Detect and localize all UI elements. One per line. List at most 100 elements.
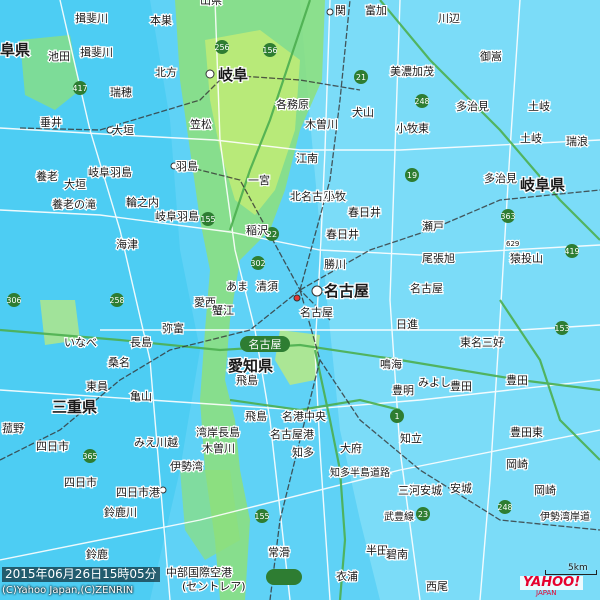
route-shield-248-south: 248 [497,500,513,514]
city-label: 岡崎 [534,483,556,497]
city-label: 伊勢湾岸道 [540,510,590,523]
city-label: 笠松 [190,117,212,131]
prefecture-label-aichi: 愛知県 [228,357,273,375]
city-label: 大府 [340,441,362,455]
svg-text:153: 153 [554,324,569,333]
route-shield-23: 23 [416,507,430,521]
svg-text:1: 1 [394,412,399,421]
svg-text:302: 302 [250,259,265,268]
svg-text:21: 21 [356,73,366,82]
city-label: 北方 [155,65,177,79]
city-label: 湾岸長島 [196,425,240,439]
svg-text:155: 155 [200,215,215,224]
city-label: 衣浦 [336,569,358,583]
route-shield-256: 256 [214,40,230,54]
city-label: 揖斐川 [80,45,113,59]
svg-text:248: 248 [414,97,429,106]
city-label: 豊田東 [510,426,543,439]
city-label: 多治見 [456,99,489,113]
city-label: 養老の滝 [52,197,96,211]
city-label: 安城 [450,481,472,495]
city-label: 四日市 [64,475,97,489]
city-label: 一宮 [248,173,270,187]
city-label: 名古屋 [410,281,443,295]
svg-text:248: 248 [497,503,512,512]
city-label: 東員 [86,380,108,393]
route-shield-19: 19 [405,168,419,182]
city-label: 大垣 [64,177,86,191]
city-label: 知立 [400,431,422,445]
route-shield-155-north: 155 [200,212,216,226]
city-label: 垂井 [40,115,62,129]
city-label: 山県 [200,0,222,7]
city-label: 岡崎 [506,457,528,471]
city-label: 菰野 [2,422,24,435]
city-label: 大垣 [112,123,134,137]
city-label: 日進 [396,318,418,331]
city-label: 半田 [366,543,388,557]
route-shield-419: 419 [564,244,580,258]
city-label: みよし [418,376,451,389]
route-shield-153: 153 [554,321,570,335]
city-label: 勝川 [324,257,346,271]
svg-text:419: 419 [564,247,579,256]
route-shield-258: 258 [109,293,125,307]
map-canvas[interactable]: 417 256 156 21 248 19 363 155 22 302 306… [0,0,600,600]
city-label: 川辺 [438,12,460,25]
svg-text:19: 19 [407,171,417,180]
city-label: 弥富 [162,321,184,335]
route-shield-306: 306 [6,293,22,307]
city-label: 瀬戸 [422,219,444,233]
city-label: 蟹江 [212,303,234,317]
city-label: 木曽川 [202,441,235,455]
city-label: 池田 [48,50,70,63]
svg-text:23: 23 [418,510,428,519]
yahoo-logo[interactable]: YAHOO! [520,576,584,590]
city-label: 常滑 [268,546,290,559]
city-label-gifu: 岐阜 [218,66,248,84]
route-shield-363: 363 [500,209,516,223]
city-label: 四日市 [36,439,69,453]
city-label: 岐阜羽島 [88,165,132,179]
svg-text:22: 22 [267,230,277,239]
city-label: 飛島 [236,373,258,387]
timestamp-label: 2015年06月26日15時05分 [2,567,160,582]
route-shield-248-north: 248 [414,94,430,108]
city-label: 多治見 [484,171,517,185]
city-label: 鈴鹿川 [104,505,137,519]
svg-text:名古屋: 名古屋 [249,337,282,351]
prefecture-label-gifu-west: 阜県 [0,41,30,59]
copyright-label: (C)Yahoo Japan,(C)ZENRIN [2,585,134,596]
route-shield-417: 417 [72,81,88,95]
route-shield-629: 629 [505,239,521,250]
city-label: 江南 [296,152,318,165]
city-label: 尾張旭 [422,251,455,265]
city-label: 伊勢湾 [170,459,203,473]
expressway-plate-nagoya: 名古屋 [240,336,290,352]
expressway-plate-chita [266,569,302,585]
svg-text:365: 365 [82,452,97,461]
city-label: 豊田 [506,374,528,387]
route-shield-155-south: 155 [254,509,270,523]
city-label: 土岐 [528,100,550,113]
city-label: 小牧東 [396,121,429,135]
city-label: 養老 [36,169,58,183]
city-label: 名古屋 [300,305,333,319]
city-label: 海津 [116,237,138,251]
city-label: 名古屋港 [270,427,314,441]
city-label: 猿投山 [510,251,543,265]
city-label-nagoya: 名古屋 [324,282,369,300]
city-label: 東名三好 [460,335,504,349]
svg-text:363: 363 [500,212,515,221]
svg-text:306: 306 [6,296,21,305]
city-label: 豊明 [392,384,414,397]
city-label: 名港中央 [282,409,326,423]
city-label: 関 [335,4,346,17]
city-label: 知多半島道路 [330,466,390,479]
city-label: 碧南 [386,548,408,561]
city-label: 富加 [365,3,387,17]
svg-text:417: 417 [72,84,87,93]
city-label: 武豊線 [384,510,414,523]
city-label: 知多 [292,445,314,459]
city-label: 春日井 [348,205,381,219]
